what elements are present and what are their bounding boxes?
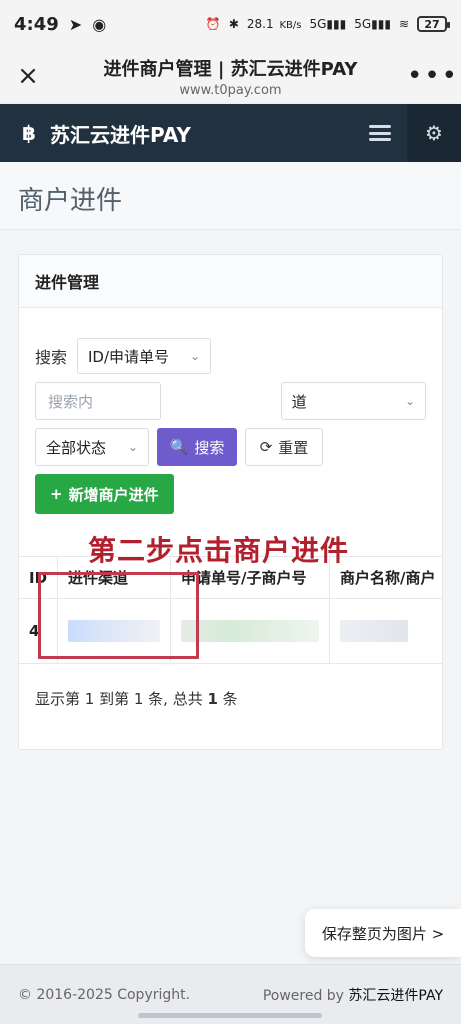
browser-title-wrap: 进件商户管理 | 苏汇云进件PAY www.t0pay.com: [46, 53, 415, 98]
status-select-value: 全部状态: [46, 438, 107, 457]
signal-icon-1: 5G▮▮▮: [309, 17, 347, 31]
status-icons: ⏰ ✱ 28.1 KB/s 5G▮▮▮ 5G▮▮▮ ≋ 27: [205, 16, 450, 32]
footer-left: © 2016-2025 Copyright.: [18, 986, 191, 1003]
search-field-select[interactable]: ID/申请单号 ⌄: [77, 338, 211, 374]
network-speed: 28.1 KB/s: [247, 17, 302, 31]
footer-right: Powered by 苏汇云进件PAY: [263, 985, 443, 1005]
app-navbar: ฿ 苏汇云进件PAY ⚙: [0, 104, 461, 162]
table-cell-application: [170, 598, 331, 663]
footer-right-brand: 苏汇云进件PAY: [348, 987, 443, 1004]
hamburger-menu-icon: [369, 125, 391, 141]
status-left: 4:49 ➤ ◉: [14, 14, 106, 35]
merchant-table: ID 进件渠道 申请单号/子商户号 商户名称/商户 4: [19, 557, 442, 663]
search-button[interactable]: 🔍 搜索: [157, 428, 237, 466]
table-header: 申请单号/子商户号: [170, 557, 331, 599]
signal-2-label: 5G: [354, 17, 372, 31]
wifi-icon: ≋: [398, 17, 409, 31]
table-cell-merchant: [330, 599, 442, 663]
table-header: 进件渠道: [57, 557, 172, 599]
settings-button[interactable]: ⚙: [407, 104, 461, 162]
close-icon[interactable]: ×: [10, 58, 46, 94]
table-cell-channel: [57, 598, 172, 663]
search-input[interactable]: 搜索内: [35, 382, 161, 420]
battery-box: 27: [417, 16, 450, 32]
redacted-content: [181, 619, 320, 642]
hamburger-line: [369, 138, 391, 141]
search-icon: 🔍: [169, 438, 189, 456]
card-body: 搜索 ID/申请单号 ⌄ 搜索内 道 ⌄ 全部状态 ⌄ 🔍 搜索 ⟳ 重置 + …: [19, 308, 442, 532]
add-row: + 新增商户进件: [35, 474, 426, 514]
telegram-icon: ➤: [68, 14, 83, 34]
hamburger-line: [369, 131, 391, 135]
network-speed-unit: KB/s: [279, 20, 302, 31]
redacted-content: [68, 619, 161, 642]
browser-url: www.t0pay.com: [179, 83, 282, 98]
browser-bar: × 进件商户管理 | 苏汇云进件PAY www.t0pay.com •••: [0, 48, 461, 104]
channel-select[interactable]: 道 ⌄: [280, 382, 426, 420]
table-body: 4: [19, 598, 442, 663]
table-header: ID: [19, 557, 59, 599]
home-indicator[interactable]: [138, 1013, 322, 1018]
brand-title: 苏汇云进件PAY: [50, 122, 191, 147]
reset-button[interactable]: ⟳ 重置: [245, 428, 323, 466]
search-label: 搜索: [35, 348, 68, 367]
page-title: 商户进件: [0, 162, 461, 230]
bluetooth-icon: ✱: [228, 17, 239, 31]
signal-1-label: 5G: [309, 17, 327, 31]
battery-text: 27: [424, 17, 440, 31]
chevron-down-icon: ⌄: [127, 440, 138, 454]
pagination-suffix: 条: [217, 689, 238, 708]
table-wrap: ID 进件渠道 申请单号/子商户号 商户名称/商户 4: [19, 556, 442, 664]
status-time: 4:49: [14, 13, 59, 35]
table-cell-id: 4: [19, 598, 59, 663]
table-header-row: ID 进件渠道 申请单号/子商户号 商户名称/商户: [19, 557, 442, 599]
add-merchant-button[interactable]: + 新增商户进件: [35, 474, 174, 514]
channel-select-value: 道: [291, 392, 307, 411]
menu-button[interactable]: [353, 104, 407, 162]
save-page-as-image-button[interactable]: 保存整页为图片 >: [305, 909, 461, 957]
bitcoin-icon: ฿: [22, 121, 36, 145]
pagination-summary: 显示第 1 到第 1 条, 总共 1 条: [19, 664, 442, 749]
card-header: 进件管理: [19, 255, 442, 308]
redacted-content: [340, 619, 409, 642]
reset-button-label: 重置: [278, 438, 309, 457]
weibo-icon: ◉: [92, 14, 107, 34]
footer: © 2016-2025 Copyright. Powered by 苏汇云进件P…: [0, 964, 461, 1024]
more-icon[interactable]: •••: [407, 58, 457, 94]
chevron-down-icon: ⌄: [404, 394, 415, 408]
search-field-value: ID/申请单号: [88, 347, 170, 366]
pagination-prefix: 显示第 1 到第 1 条, 总共: [35, 689, 208, 708]
plus-icon: +: [50, 485, 63, 503]
footer-right-prefix: Powered by: [262, 987, 349, 1004]
alarm-icon: ⏰: [205, 17, 221, 31]
status-and-actions-row: 全部状态 ⌄ 🔍 搜索 ⟳ 重置: [35, 428, 426, 466]
refresh-icon: ⟳: [259, 438, 273, 456]
network-speed-value: 28.1: [246, 17, 274, 31]
status-bar: 4:49 ➤ ◉ ⏰ ✱ 28.1 KB/s 5G▮▮▮ 5G▮▮▮ ≋ 27: [0, 0, 461, 48]
battery-icon: 27: [417, 16, 450, 32]
brand[interactable]: ฿ 苏汇云进件PAY: [0, 119, 191, 148]
gear-icon: ⚙: [425, 121, 443, 145]
status-select[interactable]: 全部状态 ⌄: [35, 428, 149, 466]
table-header: 商户名称/商户: [329, 557, 442, 599]
page: 商户进件 进件管理 搜索 ID/申请单号 ⌄ 搜索内 道 ⌄ 全部状态 ⌄ 🔍 …: [0, 162, 461, 1024]
browser-title: 进件商户管理 | 苏汇云进件PAY: [103, 59, 358, 80]
pagination-total: 1: [207, 689, 218, 708]
search-button-label: 搜索: [194, 438, 225, 457]
merchant-management-card: 进件管理 搜索 ID/申请单号 ⌄ 搜索内 道 ⌄ 全部状态 ⌄ 🔍 搜索 ⟳ …: [18, 254, 443, 750]
search-row: 搜索 ID/申请单号 ⌄: [35, 338, 426, 374]
nav-right: ⚙: [353, 104, 461, 162]
signal-icon-2: 5G▮▮▮: [354, 17, 391, 31]
table-row[interactable]: 4: [19, 598, 442, 663]
filter-row: 搜索内 道 ⌄: [35, 382, 426, 420]
search-input-placeholder: 搜索内: [48, 392, 94, 411]
chevron-down-icon: ⌄: [189, 349, 200, 363]
add-merchant-label: 新增商户进件: [68, 485, 159, 504]
table-head: ID 进件渠道 申请单号/子商户号 商户名称/商户: [19, 557, 442, 599]
hamburger-line: [369, 125, 391, 128]
